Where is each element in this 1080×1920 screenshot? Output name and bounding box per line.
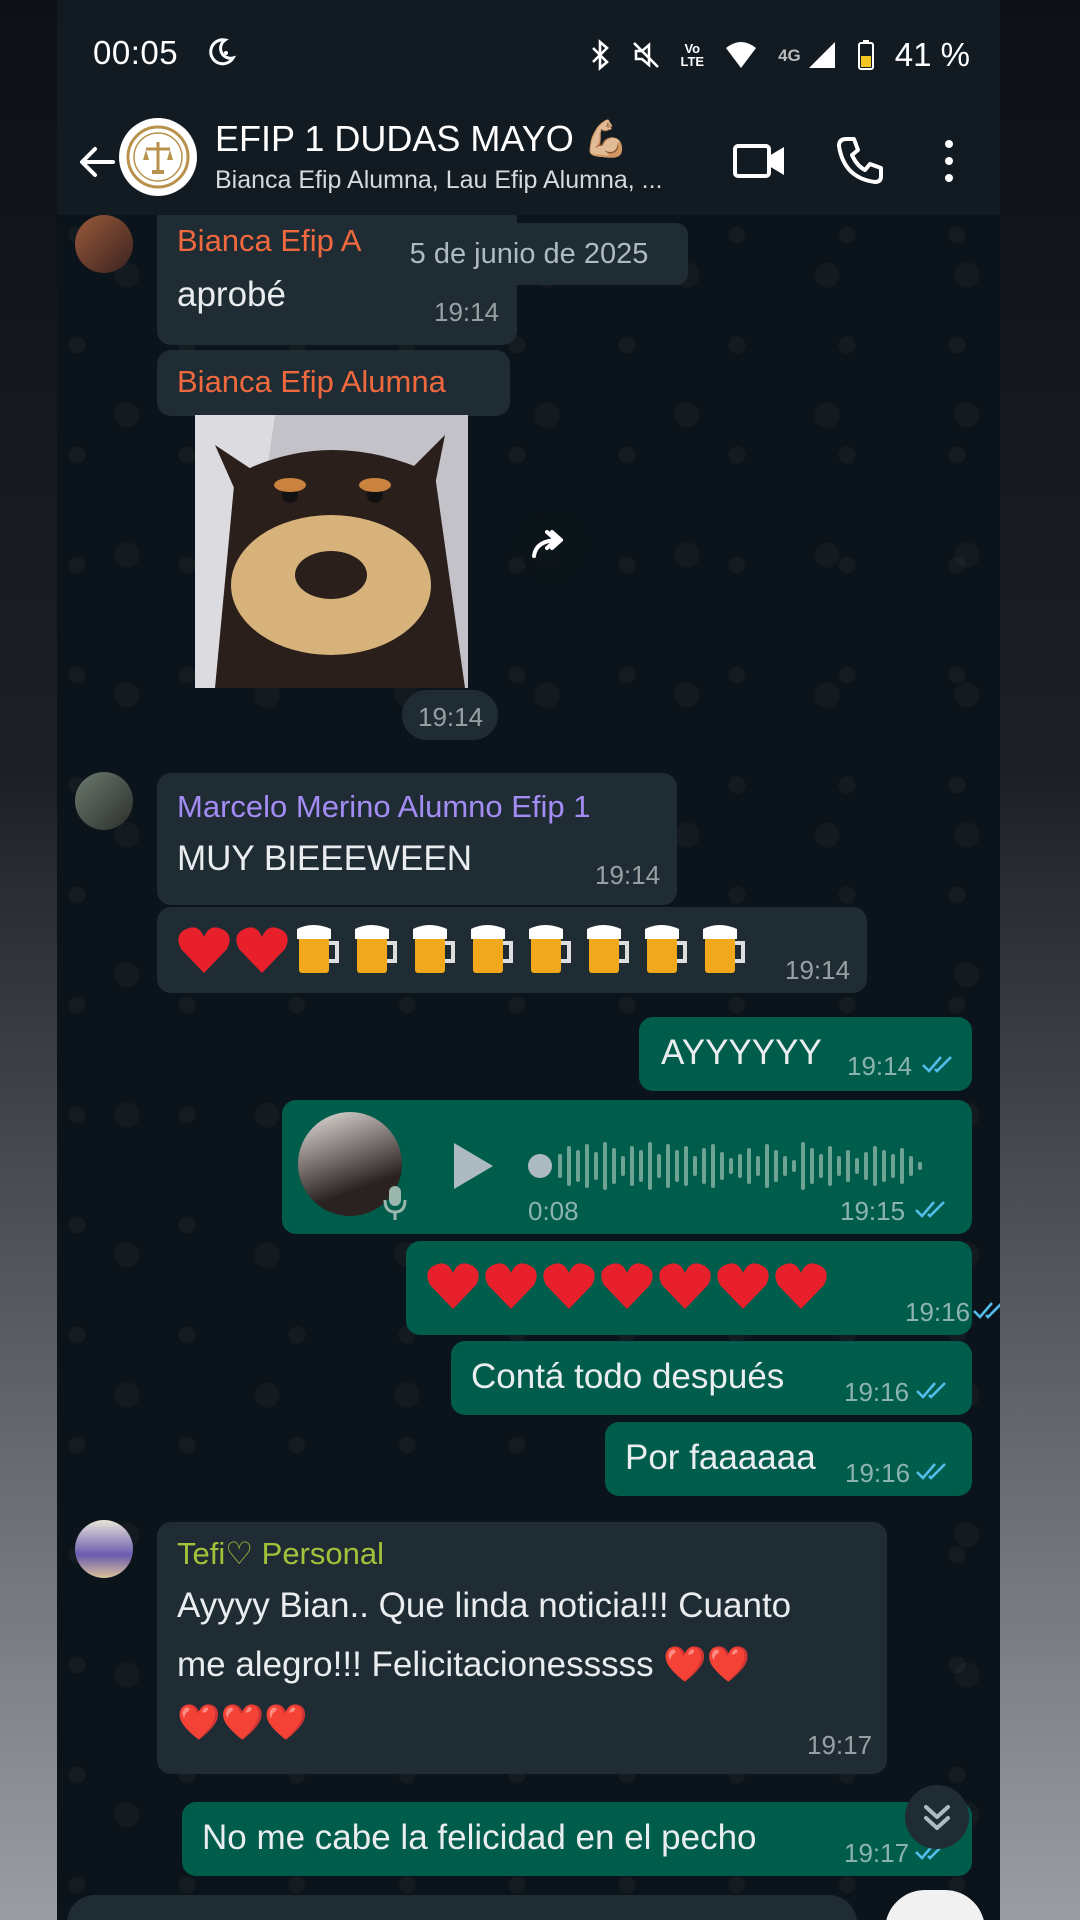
beer-mug-icon	[413, 925, 455, 973]
message-bubble[interactable]: Tefi♡ Personal Ayyyy Bian.. Que linda no…	[157, 1522, 887, 1774]
message-text: Contá todo después	[471, 1357, 785, 1396]
avatar-tefi[interactable]	[75, 1520, 133, 1578]
mute-icon	[632, 42, 659, 68]
red-heart-icon	[775, 1263, 827, 1309]
beer-mug-icon	[529, 925, 571, 973]
message-bubble-outgoing[interactable]: Por faaaaaa 19:16	[605, 1422, 972, 1496]
message-input-bar[interactable]	[67, 1895, 857, 1920]
battery-icon	[857, 40, 874, 70]
volte-indicator: Vo LTE	[680, 41, 705, 69]
play-button-icon[interactable]	[450, 1140, 496, 1192]
red-heart-icon	[236, 927, 288, 973]
do-not-disturb-moon-icon	[209, 38, 237, 66]
red-heart-icon	[717, 1263, 769, 1309]
message-time: 19:15	[840, 1196, 906, 1226]
sender-name: Tefi♡ Personal	[177, 1536, 384, 1571]
read-ticks-icon	[916, 1382, 946, 1399]
wifi-icon	[726, 42, 757, 68]
network-4g-label: 4G	[778, 45, 801, 65]
red-heart-icon	[178, 927, 230, 973]
voice-duration: 0:08	[528, 1196, 579, 1226]
sender-name: Bianca Efip A	[177, 223, 362, 258]
beer-mug-icon	[297, 925, 339, 973]
message-text: MUY BIEEEWEEN	[177, 839, 472, 878]
forward-arrow-icon	[532, 530, 563, 558]
message-bubble-sender: Bianca Efip Alumna	[157, 350, 510, 416]
red-heart-icon	[543, 1263, 595, 1309]
avatar-marcelo[interactable]	[75, 772, 133, 830]
voice-call-icon[interactable]	[834, 134, 886, 186]
read-ticks-icon	[922, 1056, 952, 1073]
dog-sticker-image[interactable]	[195, 415, 468, 688]
beer-mug-icon	[587, 925, 629, 973]
message-bubble[interactable]: Marcelo Merino Alumno Efip 1 MUY BIEEEWE…	[157, 773, 677, 905]
message-time: 19:14	[785, 955, 851, 985]
group-title[interactable]: EFIP 1 DUDAS MAYO 💪🏼	[215, 118, 629, 160]
message-time: 19:16	[845, 1458, 911, 1488]
message-time: 19:16	[905, 1297, 971, 1327]
message-time: 19:14	[595, 860, 661, 890]
forward-button[interactable]	[519, 512, 585, 578]
message-text-line: Ayyyy Bian.. Que linda noticia!!! Cuanto	[177, 1586, 792, 1625]
message-text-line: me alegro!!! Felicitacionesssss ❤️❤️	[177, 1645, 751, 1684]
more-options-icon[interactable]	[937, 136, 961, 186]
bluetooth-icon	[591, 39, 609, 71]
group-avatar[interactable]	[119, 118, 197, 196]
beer-mug-icon	[355, 925, 397, 973]
red-heart-icon	[427, 1263, 479, 1309]
mic-send-button[interactable]	[885, 1890, 985, 1920]
message-text: Por faaaaaa	[625, 1438, 816, 1477]
justice-scale-logo-icon	[126, 125, 190, 189]
message-time: 19:14	[418, 702, 484, 732]
message-text: No me cabe la felicidad en el pecho	[202, 1818, 757, 1857]
message-time: 19:17	[807, 1730, 873, 1760]
message-bubble-outgoing[interactable]: Contá todo después 19:16	[451, 1341, 972, 1415]
read-ticks-icon	[915, 1201, 945, 1218]
beer-mug-icon	[471, 925, 513, 973]
message-bubble-outgoing[interactable]: 19:16	[406, 1241, 1000, 1335]
phone-screen: 00:05 Vo LTE 4G 41 % EFIP 1 DUDAS MAYO 💪…	[57, 0, 1000, 1920]
avatar-bianca[interactable]	[75, 215, 133, 273]
red-heart-icon	[485, 1263, 537, 1309]
emoji-message	[177, 923, 757, 977]
message-time: 19:14	[847, 1051, 913, 1081]
message-time: 19:16	[844, 1377, 910, 1407]
read-ticks-icon	[916, 1463, 946, 1480]
status-icons: Vo LTE 4G 41 %	[589, 36, 970, 74]
message-time: 19:14	[434, 297, 500, 327]
voice-message-bubble[interactable]: 0:08 19:15	[282, 1100, 972, 1234]
dog-sticker-icon	[195, 415, 468, 688]
red-heart-icon	[659, 1263, 711, 1309]
double-chevron-down-icon	[924, 1805, 950, 1830]
message-text-line: ❤️❤️❤️	[177, 1703, 308, 1742]
beer-mug-icon	[703, 925, 745, 973]
emoji-message	[426, 1261, 832, 1311]
message-text: AYYYYYY	[661, 1033, 822, 1072]
time-chip: 19:14	[402, 690, 498, 740]
message-bubble-outgoing[interactable]: AYYYYYY 19:14	[639, 1017, 972, 1091]
beer-mug-icon	[645, 925, 687, 973]
status-bar: 00:05 Vo LTE 4G 41 %	[57, 0, 1000, 110]
battery-percentage: 41 %	[894, 36, 970, 73]
message-bubble-outgoing[interactable]: No me cabe la felicidad en el pecho 19:1…	[182, 1802, 972, 1876]
microphone-icon	[383, 1186, 407, 1220]
date-chip: 5 de junio de 2025	[370, 223, 688, 285]
cell-signal-icon	[808, 42, 835, 68]
red-heart-icon	[601, 1263, 653, 1309]
video-call-icon[interactable]	[732, 136, 788, 186]
back-arrow-icon[interactable]	[73, 138, 121, 186]
message-list[interactable]: Bianca Efip A aprobé 19:14 5 de junio de…	[57, 215, 1000, 1920]
sender-name: Marcelo Merino Alumno Efip 1	[177, 789, 591, 824]
scroll-to-bottom-button[interactable]	[905, 1785, 969, 1849]
voice-waveform[interactable]	[528, 1138, 948, 1194]
message-bubble[interactable]: 19:14	[157, 907, 867, 993]
status-time: 00:05	[93, 34, 179, 71]
chat-header: EFIP 1 DUDAS MAYO 💪🏼 Bianca Efip Alumna,…	[57, 110, 1000, 215]
message-time: 19:17	[844, 1838, 910, 1868]
sender-name: Bianca Efip Alumna	[177, 364, 446, 399]
group-members[interactable]: Bianca Efip Alumna, Lau Efip Alumna, ...	[215, 166, 663, 195]
read-ticks-icon	[973, 1302, 1000, 1319]
message-text: aprobé	[177, 275, 286, 314]
